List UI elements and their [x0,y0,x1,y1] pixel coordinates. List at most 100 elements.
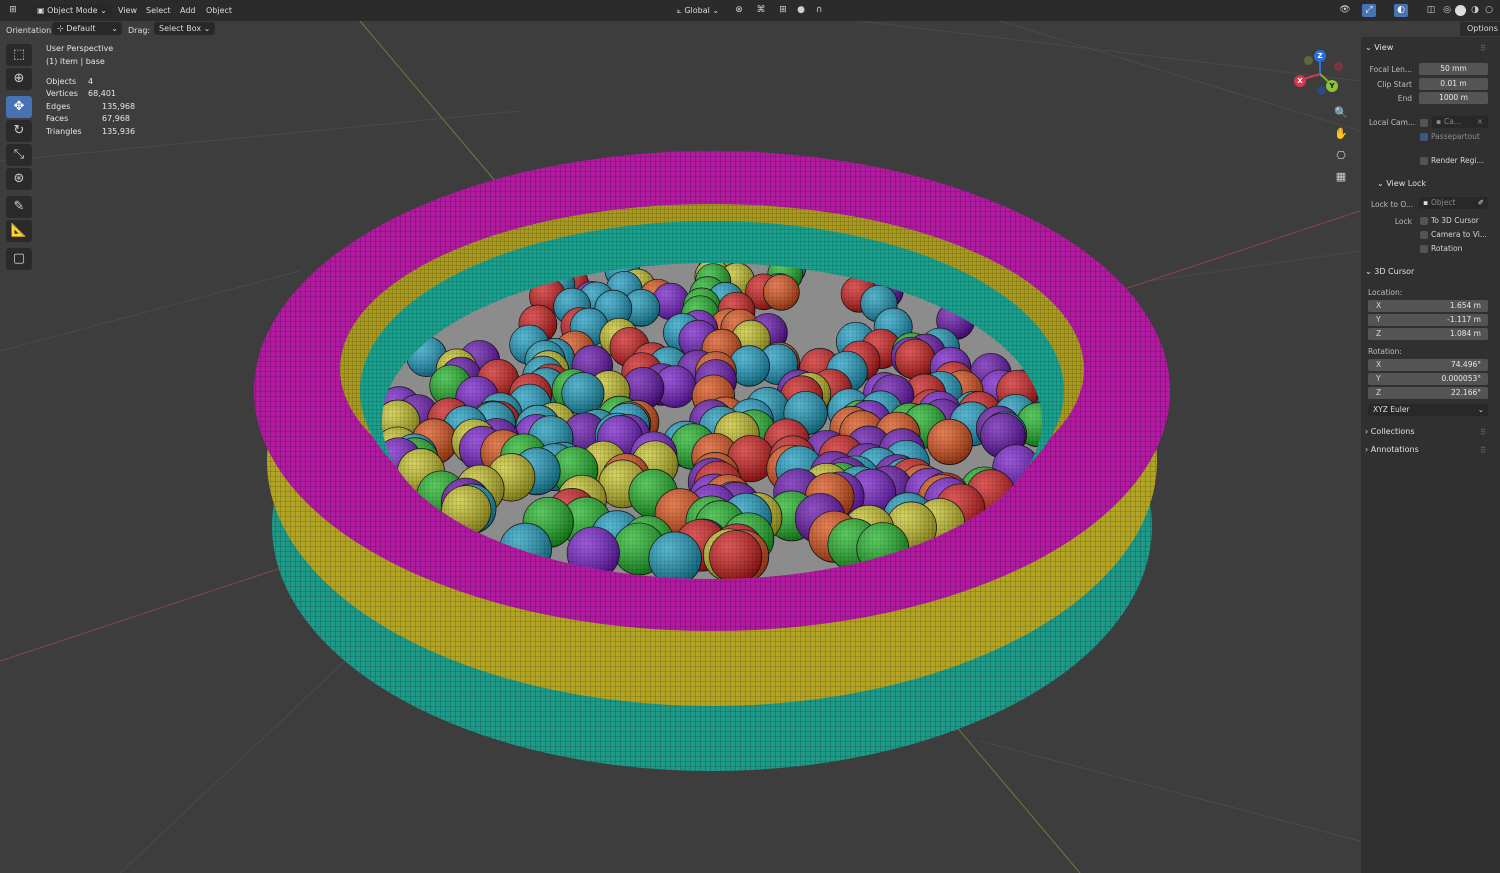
stat-value: 4 [88,77,94,86]
shading-rendered-icon[interactable]: ○ [1482,4,1496,17]
axis-x-label: X [1376,360,1382,369]
rotation-label: Rotation: [1368,347,1402,356]
active-item-text: (1) item | base [46,57,105,66]
close-icon[interactable]: × [1477,116,1483,128]
location-y-field[interactable]: Y -1.117 m [1368,314,1488,326]
gizmo-z-axis[interactable]: Z [1314,50,1326,62]
zoom-icon[interactable]: 🔍 [1332,104,1350,122]
camera-view-icon[interactable]: ⎔ [1332,147,1350,165]
focal-length-field[interactable]: 50 mm [1419,63,1488,75]
local-camera-field[interactable]: ▪ Ca... × [1432,116,1488,128]
drag-dropdown[interactable]: Select Box ⌄ [154,22,216,35]
rotation-x-value: 74.496° [1451,360,1481,369]
transform-tool-icon[interactable]: ⊛ [6,168,32,190]
3d-cursor-title: 3D Cursor [1374,267,1415,276]
annotate-tool-icon[interactable]: ✎ [6,196,32,218]
editor-type-icon[interactable]: ⊞ [6,4,20,17]
proportional-edit-icon[interactable]: ● [794,4,808,17]
view-section-header[interactable]: ⌄ View [1365,43,1393,52]
lock-to-object-field[interactable]: ▪ Object ✐ [1419,197,1488,209]
perspective-toggle-icon[interactable]: ▦ [1332,168,1350,186]
ball-shading [709,530,762,579]
snap-icon[interactable]: ⌘ [754,4,768,17]
local-camera-label: Local Cam... [1369,118,1416,127]
lock-to-object-label: Lock to O... [1371,200,1414,209]
gizmo-toggle-icon[interactable]: ⤢ [1362,4,1376,17]
orientation-dropdown[interactable]: ⊹ Default ⌄ [52,22,122,35]
3d-viewport[interactable] [0,21,1360,873]
lock-to-3d-cursor-checkbox[interactable] [1420,217,1428,225]
visibility-icon[interactable]: 👁 [1338,4,1352,17]
menu-object[interactable]: Object [206,4,232,17]
cursor-tool-icon[interactable]: ⊕ [6,68,32,90]
rotation-mode-dropdown[interactable]: XYZ Euler ⌄ [1368,404,1488,416]
stat-label: Objects [46,77,77,86]
annotations-title: Annotations [1370,445,1419,454]
chevron-right-icon: › [1365,445,1369,454]
menu-select[interactable]: Select [146,4,171,17]
add-cube-tool-icon[interactable]: ▢ [6,248,32,270]
stat-value: 135,968 [102,102,136,111]
chevron-down-icon: ⌄ [1477,405,1484,414]
axis-z-label: Z [1376,388,1382,397]
stat-label: Triangles [46,127,82,136]
drag-handle-icon[interactable]: ⠿ [1480,44,1486,53]
rotation-x-field[interactable]: X 74.496° [1368,359,1488,371]
drag-handle-icon[interactable]: ⠿ [1480,446,1486,455]
sidebar-panel: ⌄ View Focal Len... 50 mm Clip Start 0.0… [1361,37,1500,873]
scale-tool-icon[interactable]: ⤡ [6,144,32,166]
falloff-icon[interactable]: ∩ [812,4,826,17]
pivot-icon[interactable]: ⊗ [732,4,746,17]
gizmo-x-axis[interactable]: X [1294,75,1306,87]
lock-rotation-checkbox[interactable] [1420,245,1428,253]
menu-view[interactable]: View [118,4,137,17]
chevron-down-icon: ⌄ [1377,179,1384,188]
gizmo-neg-y-axis[interactable] [1304,56,1313,65]
navigation-gizmo[interactable]: Z Y X [1290,46,1350,96]
gizmo-neg-z-axis[interactable] [1317,86,1326,95]
gizmo-y-axis[interactable]: Y [1326,80,1338,92]
rotation-z-value: 22.166° [1451,388,1481,397]
clip-end-field[interactable]: 1000 m [1419,92,1488,104]
passepartout-checkbox[interactable] [1420,133,1428,141]
annotations-section-header[interactable]: › Annotations [1365,445,1419,454]
select-box-tool-icon[interactable]: ⬚ [6,44,32,66]
rotate-tool-icon[interactable]: ↻ [6,120,32,142]
3d-cursor-section-header[interactable]: ⌄ 3D Cursor [1365,267,1414,276]
location-x-field[interactable]: X 1.654 m [1368,300,1488,312]
clip-start-field[interactable]: 0.01 m [1419,78,1488,90]
stat-label: Faces [46,114,69,123]
collections-section-header[interactable]: › Collections [1365,427,1415,436]
shading-wireframe-icon[interactable]: ◎ [1440,4,1454,17]
transform-orientation-dropdown[interactable]: ⟀ Global ⌄ [672,4,724,17]
rotation-y-field[interactable]: Y 0.000053° [1368,373,1488,385]
local-camera-checkbox[interactable] [1420,119,1428,127]
overlay-toggle-icon[interactable]: ◐ [1394,4,1408,17]
rotation-z-field[interactable]: Z 22.166° [1368,387,1488,399]
xray-icon[interactable]: ◫ [1424,4,1438,17]
gizmo-neg-x-axis[interactable] [1334,62,1343,71]
location-z-field[interactable]: Z 1.084 m [1368,328,1488,340]
eyedropper-icon[interactable]: ✐ [1478,197,1484,209]
shading-solid-icon[interactable] [1455,5,1466,16]
measure-tool-icon[interactable]: 📐 [6,220,32,242]
camera-to-view-checkbox[interactable] [1420,231,1428,239]
render-region-checkbox[interactable] [1420,157,1428,165]
mode-label: Object Mode [47,6,98,15]
object-mode-icon: ▣ [37,6,45,15]
shading-material-icon[interactable]: ◑ [1468,4,1482,17]
options-button[interactable]: Options [1460,22,1500,36]
ball-shading [927,419,973,465]
menu-add[interactable]: Add [180,4,196,17]
pan-hand-icon[interactable]: ✋ [1332,125,1350,143]
ball-shading [648,531,702,579]
mode-dropdown[interactable]: ▣ Object Mode ⌄ [32,4,112,17]
snap-target-icon[interactable]: ⊞ [776,4,790,17]
view-lock-section-header[interactable]: ⌄ View Lock [1377,179,1426,188]
chevron-down-icon: ⌄ [111,24,118,33]
drag-handle-icon[interactable]: ⠿ [1480,428,1486,437]
move-tool-icon[interactable]: ✥ [6,96,32,118]
axis-icon: ⊹ [57,24,64,33]
orientation-label: Global [684,6,710,15]
lock-to-object-placeholder: Object [1431,198,1456,207]
